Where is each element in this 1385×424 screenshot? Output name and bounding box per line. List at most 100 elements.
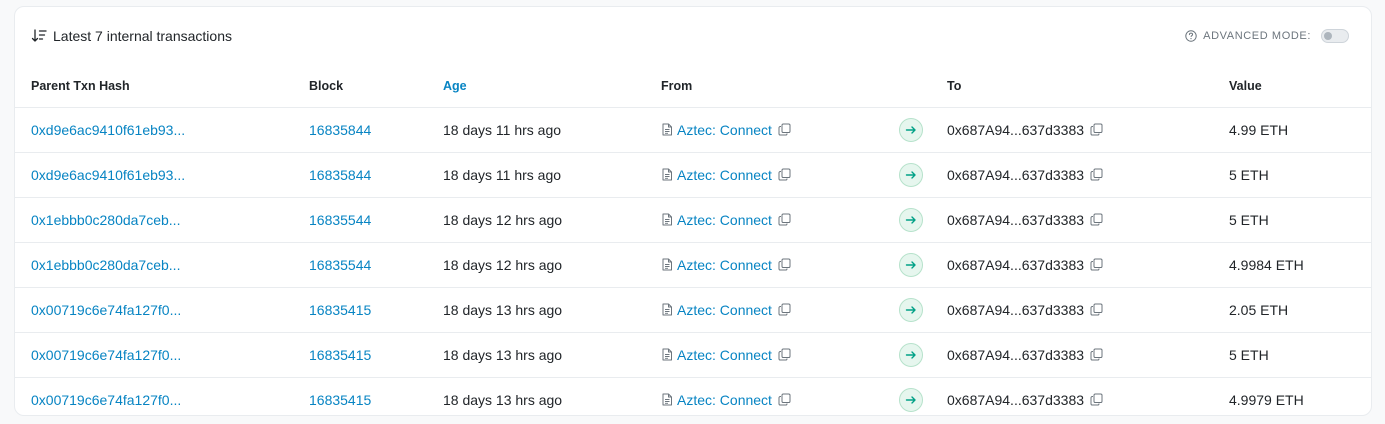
direction-cell	[883, 332, 931, 378]
block-link[interactable]: 16835415	[309, 347, 371, 363]
question-circle-icon[interactable]	[1185, 30, 1197, 42]
value-cell: 5 ETH	[1213, 197, 1371, 243]
copy-icon[interactable]	[1090, 168, 1103, 181]
direction-cell	[883, 377, 931, 415]
to-cell: 0x687A94...637d3383	[931, 107, 1213, 153]
card-header: Latest 7 internal transactions ADVANCED …	[15, 7, 1371, 65]
block-link[interactable]: 16835544	[309, 212, 371, 228]
block-cell: 16835844	[293, 107, 427, 153]
from-address-link[interactable]: Aztec: Connect	[677, 257, 772, 273]
card-title: Latest 7 internal transactions	[53, 28, 232, 44]
document-icon	[661, 303, 673, 316]
copy-icon[interactable]	[1090, 348, 1103, 361]
column-header-block: Block	[293, 65, 427, 108]
table-row: 0x1ebbb0c280da7ceb... 16835544 18 days 1…	[15, 197, 1371, 243]
value-cell: 4.99 ETH	[1213, 107, 1371, 153]
copy-icon[interactable]	[778, 393, 791, 406]
to-address[interactable]: 0x687A94...637d3383	[947, 122, 1084, 138]
value-cell: 5 ETH	[1213, 332, 1371, 378]
from-cell: Aztec: Connect	[645, 107, 883, 153]
hash-cell: 0x00719c6e74fa127f0...	[15, 332, 293, 378]
to-address[interactable]: 0x687A94...637d3383	[947, 392, 1084, 408]
table-row: 0xd9e6ac9410f61eb93... 16835844 18 days …	[15, 152, 1371, 198]
column-header-hash: Parent Txn Hash	[15, 65, 293, 108]
block-link[interactable]: 16835844	[309, 167, 371, 183]
to-address[interactable]: 0x687A94...637d3383	[947, 212, 1084, 228]
to-wrapper: 0x687A94...637d3383	[947, 153, 1213, 197]
from-address-link[interactable]: Aztec: Connect	[677, 392, 772, 408]
copy-icon[interactable]	[1090, 213, 1103, 226]
to-wrapper: 0x687A94...637d3383	[947, 108, 1213, 152]
from-address-link[interactable]: Aztec: Connect	[677, 167, 772, 183]
block-cell: 16835415	[293, 332, 427, 378]
parent-txn-hash-link[interactable]: 0xd9e6ac9410f61eb93...	[31, 167, 185, 183]
from-address-link[interactable]: Aztec: Connect	[677, 347, 772, 363]
parent-txn-hash-link[interactable]: 0x1ebbb0c280da7ceb...	[31, 257, 180, 273]
from-wrapper: Aztec: Connect	[661, 243, 883, 287]
block-cell: 16835415	[293, 287, 427, 333]
block-link[interactable]: 16835844	[309, 122, 371, 138]
block-link[interactable]: 16835415	[309, 302, 371, 318]
from-wrapper: Aztec: Connect	[661, 198, 883, 242]
table-row: 0x00719c6e74fa127f0... 16835415 18 days …	[15, 332, 1371, 378]
value-cell: 2.05 ETH	[1213, 287, 1371, 333]
direction-cell	[883, 197, 931, 243]
direction-cell	[883, 152, 931, 198]
internal-transactions-card: Latest 7 internal transactions ADVANCED …	[14, 6, 1372, 416]
advanced-mode-toggle[interactable]	[1321, 29, 1349, 43]
copy-icon[interactable]	[1090, 123, 1103, 136]
copy-icon[interactable]	[778, 168, 791, 181]
to-address[interactable]: 0x687A94...637d3383	[947, 302, 1084, 318]
document-icon	[661, 168, 673, 181]
age-cell: 18 days 13 hrs ago	[443, 391, 563, 408]
copy-icon[interactable]	[778, 123, 791, 136]
parent-txn-hash-link[interactable]: 0x00719c6e74fa127f0...	[31, 302, 181, 318]
table-header-row: Parent Txn Hash Block Age From To Value	[15, 65, 1371, 108]
direction-cell	[883, 107, 931, 153]
to-cell: 0x687A94...637d3383	[931, 287, 1213, 333]
from-cell: Aztec: Connect	[645, 242, 883, 288]
value-cell: 5 ETH	[1213, 152, 1371, 198]
column-header-age[interactable]: Age	[427, 65, 645, 108]
to-address[interactable]: 0x687A94...637d3383	[947, 347, 1084, 363]
copy-icon[interactable]	[778, 213, 791, 226]
advanced-mode-control: ADVANCED MODE:	[1185, 29, 1349, 43]
from-address-link[interactable]: Aztec: Connect	[677, 122, 772, 138]
table-row: 0x00719c6e74fa127f0... 16835415 18 days …	[15, 377, 1371, 415]
from-cell: Aztec: Connect	[645, 197, 883, 243]
to-wrapper: 0x687A94...637d3383	[947, 288, 1213, 332]
arrow-right-icon	[899, 252, 923, 277]
parent-txn-hash-link[interactable]: 0x1ebbb0c280da7ceb...	[31, 212, 180, 228]
to-address[interactable]: 0x687A94...637d3383	[947, 257, 1084, 273]
parent-txn-hash-link[interactable]: 0x00719c6e74fa127f0...	[31, 392, 181, 408]
arrow-right-icon	[899, 162, 923, 187]
document-icon	[661, 348, 673, 361]
arrow-right-icon	[899, 342, 923, 367]
toggle-knob	[1324, 32, 1332, 40]
arrow-right-icon	[899, 207, 923, 232]
copy-icon[interactable]	[778, 348, 791, 361]
to-wrapper: 0x687A94...637d3383	[947, 198, 1213, 242]
column-header-direction	[883, 65, 931, 108]
table-row: 0x1ebbb0c280da7ceb... 16835544 18 days 1…	[15, 242, 1371, 288]
to-address[interactable]: 0x687A94...637d3383	[947, 167, 1084, 183]
copy-icon[interactable]	[778, 303, 791, 316]
copy-icon[interactable]	[1090, 393, 1103, 406]
parent-txn-hash-link[interactable]: 0x00719c6e74fa127f0...	[31, 347, 181, 363]
hash-cell: 0xd9e6ac9410f61eb93...	[15, 107, 293, 153]
copy-icon[interactable]	[778, 258, 791, 271]
age-cell: 18 days 12 hrs ago	[427, 242, 645, 288]
parent-txn-hash-link[interactable]: 0xd9e6ac9410f61eb93...	[31, 122, 185, 138]
block-link[interactable]: 16835415	[309, 392, 371, 408]
from-address-link[interactable]: Aztec: Connect	[677, 212, 772, 228]
from-address-link[interactable]: Aztec: Connect	[677, 302, 772, 318]
age-cell: 18 days 12 hrs ago	[427, 197, 645, 243]
direction-cell	[883, 287, 931, 333]
arrow-right-icon	[899, 387, 923, 412]
copy-icon[interactable]	[1090, 303, 1103, 316]
from-wrapper: Aztec: Connect	[661, 288, 883, 332]
age-cell: 18 days 11 hrs ago	[427, 152, 645, 198]
block-link[interactable]: 16835544	[309, 257, 371, 273]
copy-icon[interactable]	[1090, 258, 1103, 271]
from-cell: Aztec: Connect	[645, 377, 883, 415]
